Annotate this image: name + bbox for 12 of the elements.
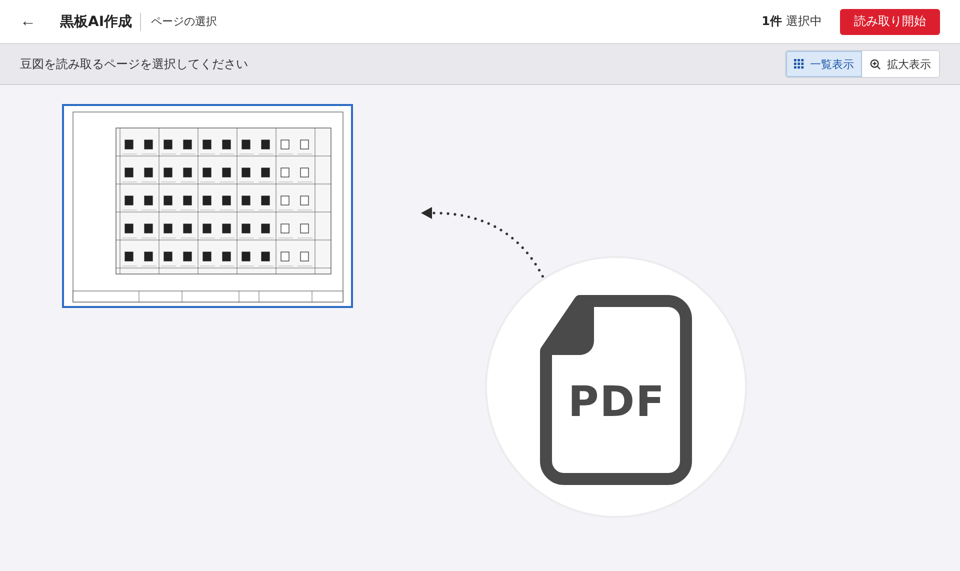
back-button[interactable]: ← [14, 12, 42, 30]
file-icon [540, 295, 692, 485]
file-type-label: PDF [568, 377, 666, 426]
view-toggle-button[interactable]: 一覧表示 [786, 51, 862, 77]
grid-icon [794, 59, 804, 69]
instruction-text: 豆図を読み取るページを選択してください [20, 56, 248, 72]
app-title: 黒板AI作成 [60, 12, 142, 30]
selection-label: 選択中 [786, 13, 822, 30]
page-subtitle: ページの選択 [151, 14, 218, 29]
zoom-in-icon [870, 58, 881, 70]
selection-count: 1件 [762, 13, 782, 30]
start-reading-button[interactable]: 読み取り開始 [840, 8, 940, 34]
